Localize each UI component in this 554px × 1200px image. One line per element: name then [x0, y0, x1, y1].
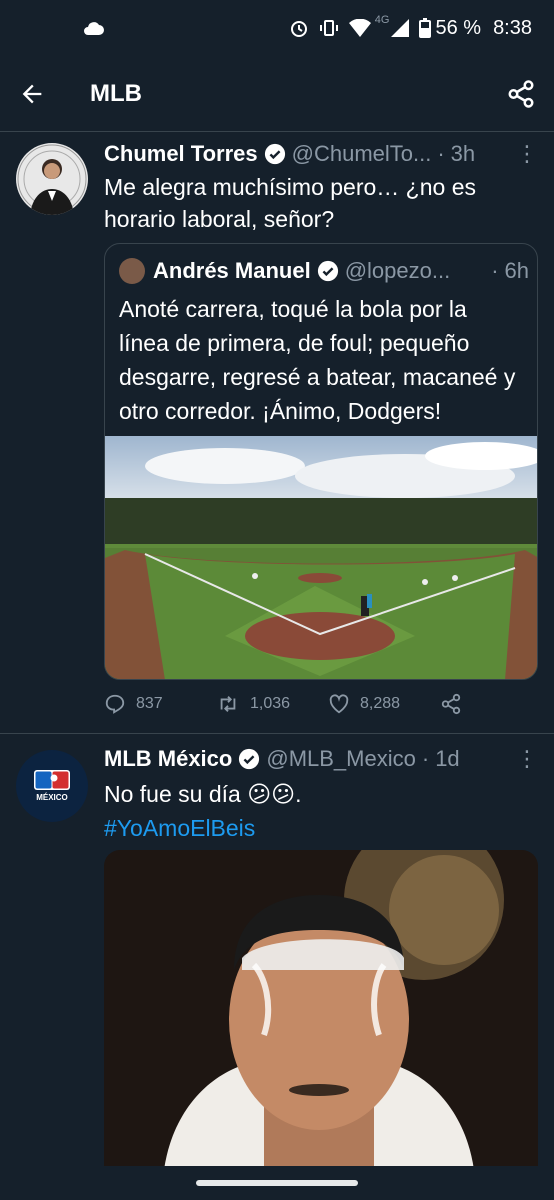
tweet-header: Chumel Torres @ChumelTo... · 3h ⋮	[104, 141, 538, 167]
verified-badge-icon	[317, 260, 338, 282]
separator-dot: ·	[421, 746, 430, 771]
tweet-text: No fue su día 😕😕.	[104, 781, 302, 807]
verified-badge-icon	[264, 143, 285, 165]
retweet-icon	[220, 696, 236, 712]
alarm-icon	[289, 18, 309, 38]
mlb-logo-icon	[34, 770, 70, 790]
share-icon[interactable]	[506, 79, 536, 109]
share-icon	[441, 693, 461, 715]
top-bar: MLB	[0, 56, 554, 132]
like-button[interactable]: 8,288	[328, 693, 440, 715]
tweet-actions: 837 1,036 8,288	[104, 693, 480, 715]
more-options-icon[interactable]: ⋮	[516, 746, 538, 772]
battery-icon	[419, 18, 432, 38]
reply-icon	[105, 694, 125, 714]
clock: 8:38	[493, 16, 532, 39]
more-options-icon[interactable]: ⋮	[516, 141, 538, 167]
separator-dot: ·	[491, 258, 499, 283]
vibrate-icon	[319, 18, 339, 38]
wifi-icon	[348, 19, 371, 37]
author-name[interactable]: MLB México	[104, 746, 232, 772]
tweet-text: Me alegra muchísimo pero… ¿no es horario…	[104, 174, 476, 232]
reply-count: 837	[136, 695, 163, 712]
quote-header: Andrés Manuel @lopezo... · 6h	[119, 258, 529, 284]
author-name[interactable]: Chumel Torres	[104, 141, 258, 167]
quote-author-handle: @lopezo...	[344, 258, 451, 283]
home-gesture-bar[interactable]	[196, 1180, 358, 1186]
retweet-count: 1,036	[250, 695, 291, 712]
baseball-field-image[interactable]	[105, 436, 538, 680]
quote-avatar	[119, 258, 145, 284]
network-type: 4G	[374, 14, 390, 26]
battery-level: 56 %	[435, 16, 482, 39]
quote-author-name: Andrés Manuel	[153, 258, 311, 283]
author-handle[interactable]: @MLB_Mexico	[266, 746, 416, 772]
tweet-time[interactable]: 3h	[451, 141, 475, 167]
verified-badge-icon	[239, 748, 260, 770]
separator-dot: ·	[437, 141, 445, 166]
system-nav-bar	[0, 1166, 554, 1200]
heart-icon	[329, 694, 349, 714]
back-arrow-icon[interactable]	[18, 80, 46, 108]
tweet-time[interactable]: 1d	[435, 746, 459, 772]
hashtag-link[interactable]: #YoAmoElBeis	[104, 812, 536, 844]
avatar[interactable]	[16, 143, 88, 215]
quote-text: Anoté carrera, toqué la bola por la líne…	[119, 296, 516, 424]
page-title: MLB	[90, 79, 142, 107]
reply-button[interactable]: 837	[104, 693, 216, 715]
quoted-tweet[interactable]: Andrés Manuel @lopezo... · 6h Anoté carr…	[104, 243, 538, 680]
avatar[interactable]: MÉXICO	[16, 750, 88, 822]
quote-time: 6h	[504, 258, 529, 283]
share-tweet-button[interactable]	[440, 693, 480, 715]
player-photo[interactable]	[104, 850, 538, 1170]
tweet-header: MLB México @MLB_Mexico · 1d ⋮	[104, 746, 538, 772]
author-handle[interactable]: @ChumelTo...	[292, 141, 432, 167]
tweet[interactable]: Chumel Torres @ChumelTo... · 3h ⋮ Me ale…	[0, 133, 554, 731]
like-count: 8,288	[360, 695, 401, 712]
retweet-button[interactable]: 1,036	[216, 693, 328, 715]
signal-icon	[391, 19, 410, 37]
status-bar: 4G 56 % 8:38	[0, 0, 554, 56]
avatar-label: MÉXICO	[36, 793, 68, 802]
cloud-icon	[84, 22, 104, 35]
